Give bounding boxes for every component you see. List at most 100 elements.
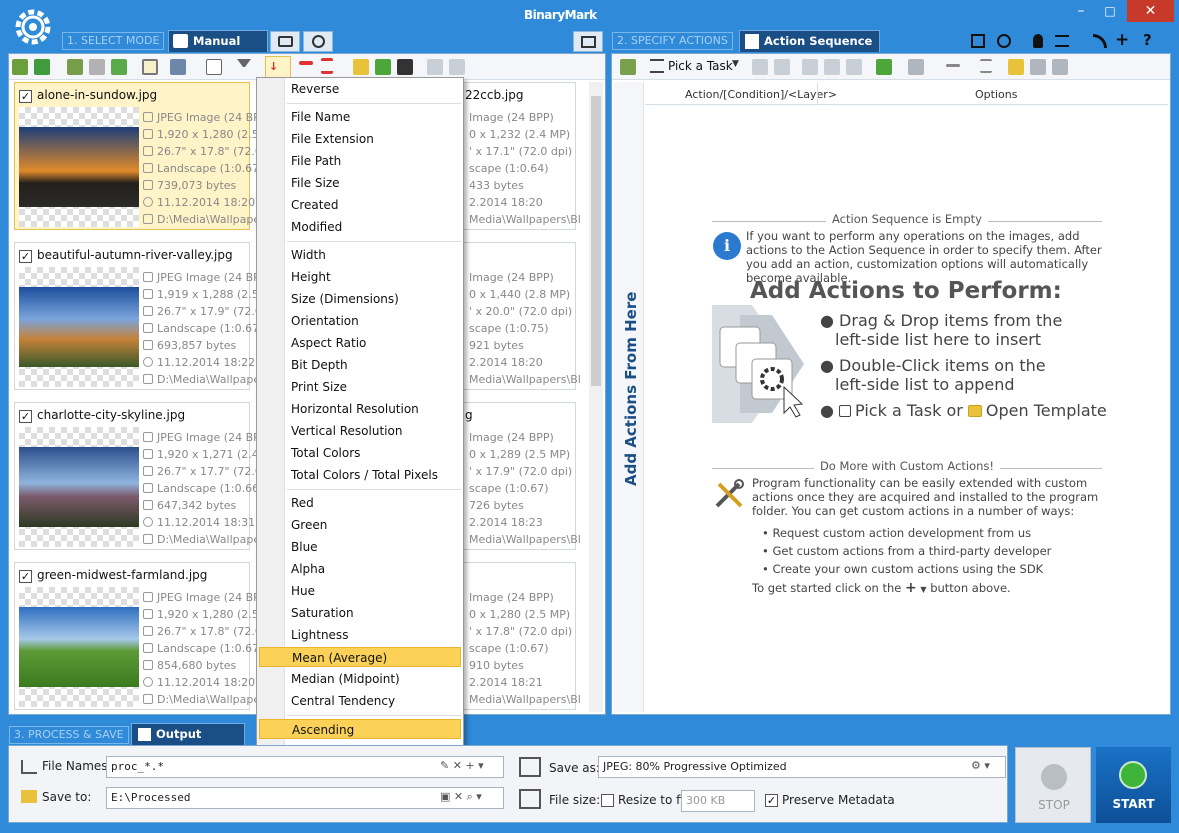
tab-action-sequence[interactable]: Action Sequence (0) bbox=[739, 30, 880, 69]
sort-menu-item[interactable]: File Name bbox=[287, 107, 461, 127]
resize-checkbox[interactable] bbox=[601, 794, 614, 807]
start-button[interactable]: START bbox=[1096, 747, 1171, 823]
sort-menu-item[interactable]: Lightness bbox=[287, 625, 461, 645]
field-tools-icon[interactable]: ▣ ✕ ⌕ ▾ bbox=[440, 790, 482, 804]
sort-menu-item[interactable]: Aspect Ratio bbox=[287, 333, 461, 353]
tab-folder[interactable] bbox=[270, 31, 300, 52]
save-list-icon[interactable] bbox=[397, 59, 413, 75]
sort-menu-item[interactable]: File Path bbox=[287, 151, 461, 171]
console-icon[interactable] bbox=[971, 34, 985, 48]
image-checkbox[interactable]: ✓ bbox=[19, 570, 32, 583]
sort-menu-item[interactable]: Hue bbox=[287, 581, 461, 601]
remove-icon[interactable] bbox=[89, 59, 105, 75]
add-condition-icon[interactable] bbox=[876, 59, 892, 75]
sort-menu-item[interactable]: File Size bbox=[287, 173, 461, 193]
globe-icon[interactable] bbox=[997, 34, 1011, 48]
open-template-icon[interactable] bbox=[1008, 59, 1024, 75]
scrollbar-thumb[interactable] bbox=[591, 96, 601, 386]
move-left-icon[interactable] bbox=[802, 59, 818, 75]
move-down-icon[interactable] bbox=[774, 59, 790, 75]
image-card[interactable]: ✓ beautiful-autumn-river-valley.jpg JPEG… bbox=[14, 242, 287, 390]
sort-menu-item[interactable]: Saturation bbox=[287, 603, 461, 623]
sort-menu-item[interactable]: Width bbox=[287, 245, 461, 265]
resize-size-input[interactable]: 300 KB bbox=[681, 790, 755, 812]
image-list-scrollbar[interactable] bbox=[589, 82, 603, 712]
tab-manual[interactable]: Manual (18) bbox=[168, 30, 268, 69]
maximize-button[interactable]: □ bbox=[1096, 0, 1124, 22]
sort-menu-item[interactable]: Alpha bbox=[287, 559, 461, 579]
sort-button[interactable]: ↓ bbox=[265, 56, 291, 78]
expand-icon[interactable] bbox=[980, 59, 992, 73]
sort-menu-item[interactable]: Horizontal Resolution bbox=[287, 399, 461, 419]
add-action-icon[interactable] bbox=[620, 59, 636, 75]
paste-icon[interactable] bbox=[449, 59, 465, 75]
tab-output-settings[interactable]: Output Settings bbox=[131, 723, 245, 762]
sort-menu-item[interactable]: Red bbox=[287, 493, 461, 513]
add-url-icon[interactable] bbox=[67, 59, 83, 75]
image-bytes: 693,857 bytes bbox=[157, 339, 237, 352]
move-right-icon[interactable] bbox=[824, 59, 840, 75]
open-list-icon[interactable] bbox=[353, 59, 369, 75]
feed-icon[interactable] bbox=[1093, 34, 1107, 48]
sort-menu-item[interactable]: Height bbox=[287, 267, 461, 287]
sort-menu-item[interactable]: File Extension bbox=[287, 129, 461, 149]
collapse-icon[interactable] bbox=[299, 61, 313, 65]
sort-menu-item[interactable]: Orientation bbox=[287, 311, 461, 331]
sort-menu-item[interactable]: Size (Dimensions) bbox=[287, 289, 461, 309]
tab-schedule[interactable] bbox=[303, 31, 333, 52]
gear-icon[interactable]: ⚙ ▾ bbox=[971, 759, 990, 772]
page-icon[interactable] bbox=[206, 59, 222, 75]
image-card[interactable]: ✓ charlotte-city-skyline.jpg JPEG Image … bbox=[14, 402, 287, 550]
add-list-icon[interactable] bbox=[375, 59, 391, 75]
filter-icon[interactable] bbox=[237, 59, 251, 71]
add-icon[interactable]: + bbox=[1115, 30, 1129, 50]
image-card[interactable]: ✓ green-midwest-farmland.jpg JPEG Image … bbox=[14, 562, 287, 710]
sort-menu-item[interactable]: Blue bbox=[287, 537, 461, 557]
save-template-icon[interactable] bbox=[1052, 59, 1068, 75]
move-up-icon[interactable] bbox=[752, 59, 768, 75]
add-actions-sidebar[interactable]: Add Actions From Here bbox=[614, 82, 644, 712]
lightbulb-icon[interactable] bbox=[1033, 34, 1043, 48]
sort-menu-item[interactable]: Ascending bbox=[259, 719, 461, 739]
add-files-icon[interactable] bbox=[12, 59, 28, 75]
add-folder-icon[interactable] bbox=[34, 59, 50, 75]
sort-menu-item[interactable]: Reverse bbox=[287, 79, 461, 99]
pick-task-link[interactable]: Pick a Task or bbox=[855, 401, 963, 420]
preserve-metadata-checkbox[interactable]: ✓ bbox=[765, 794, 778, 807]
sort-menu-item[interactable]: Total Colors / Total Pixels bbox=[287, 465, 461, 485]
pick-task-button[interactable]: Pick a Task bbox=[668, 59, 733, 73]
help-icon[interactable]: ? bbox=[1143, 31, 1152, 49]
sort-menu-item[interactable]: Mean (Average) bbox=[259, 647, 461, 667]
minimize-button[interactable]: – bbox=[1067, 0, 1095, 22]
sort-menu-item[interactable]: Created bbox=[287, 195, 461, 215]
collapse-icon[interactable] bbox=[946, 64, 960, 67]
sort-menu-item[interactable]: Modified bbox=[287, 217, 461, 237]
sort-menu-item[interactable]: Median (Midpoint) bbox=[287, 669, 461, 689]
indent-icon[interactable] bbox=[846, 59, 862, 75]
app-logo-gear-icon[interactable] bbox=[12, 6, 54, 48]
sort-menu-item[interactable]: Bit Depth bbox=[287, 355, 461, 375]
sort-menu-item[interactable]: Green bbox=[287, 515, 461, 535]
sort-menu-item[interactable]: Print Size bbox=[287, 377, 461, 397]
sort-menu-item[interactable]: Vertical Resolution bbox=[287, 421, 461, 441]
field-tools-icon[interactable]: ✎ ✕ + ▾ bbox=[440, 759, 484, 772]
sort-menu-item[interactable]: Total Colors bbox=[287, 443, 461, 463]
expand-icon[interactable] bbox=[321, 58, 333, 74]
grid-view-icon[interactable] bbox=[142, 59, 158, 75]
settings-icon[interactable] bbox=[908, 59, 924, 75]
image-checkbox[interactable]: ✓ bbox=[19, 250, 32, 263]
stop-button[interactable]: STOP bbox=[1015, 747, 1091, 823]
image-card[interactable]: ✓ alone-in-sundow.jpg JPEG Image (24 BPP… bbox=[14, 82, 287, 230]
import-icon[interactable] bbox=[111, 59, 127, 75]
checklist-icon[interactable] bbox=[1055, 35, 1069, 47]
template-settings-icon[interactable] bbox=[1030, 59, 1046, 75]
image-checkbox[interactable]: ✓ bbox=[19, 90, 32, 103]
copy-icon[interactable] bbox=[427, 59, 443, 75]
view-mode-icon[interactable] bbox=[170, 59, 186, 75]
image-checkbox[interactable]: ✓ bbox=[19, 410, 32, 423]
close-button[interactable]: ✕ bbox=[1127, 0, 1174, 22]
open-template-link[interactable]: Open Template bbox=[986, 401, 1107, 420]
preview-toggle[interactable] bbox=[573, 31, 603, 52]
save-as-select[interactable]: JPEG: 80% Progressive Optimized bbox=[598, 756, 1006, 778]
sort-menu-item[interactable]: Central Tendency bbox=[287, 691, 461, 711]
